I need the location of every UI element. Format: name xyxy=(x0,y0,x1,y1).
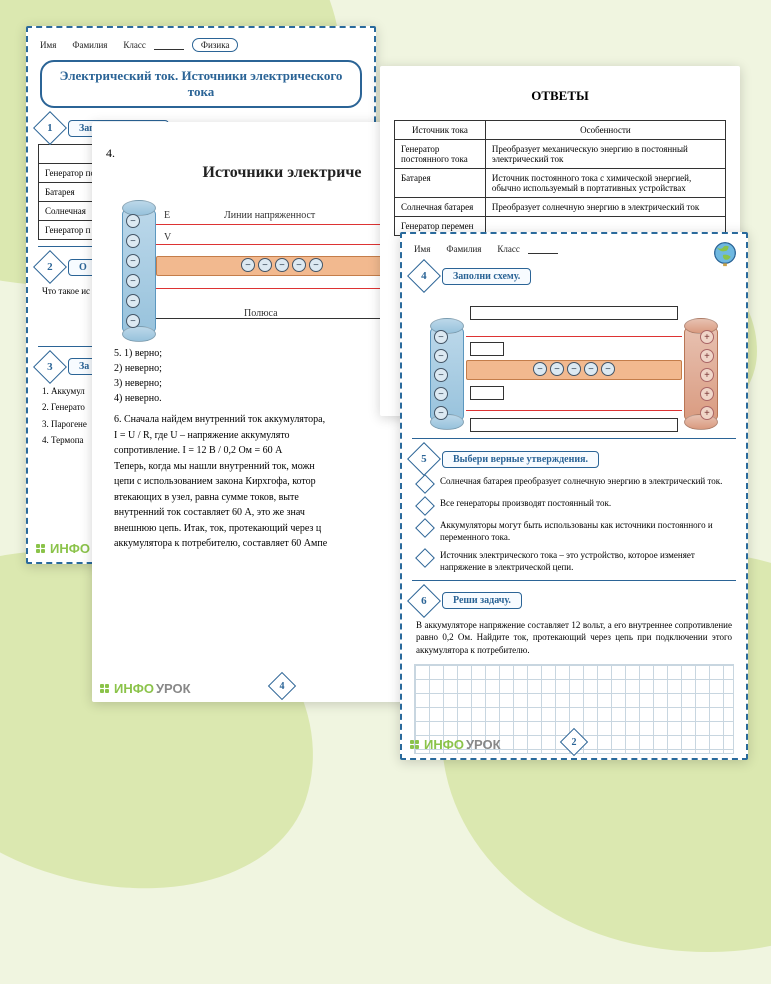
blank-bar-bottom xyxy=(470,418,678,432)
label-E: E xyxy=(164,210,170,221)
blank-bar-top xyxy=(470,306,678,320)
label-class: Класс xyxy=(123,40,145,50)
fill-scheme-diagram: −−−−− +++++ −−−−− xyxy=(414,292,734,432)
field-line xyxy=(466,410,682,411)
divider xyxy=(412,580,736,581)
label-field-lines: Линии напряженност xyxy=(224,210,315,221)
task-number-1: 1 xyxy=(33,111,67,145)
checkbox-diamond[interactable] xyxy=(415,548,435,568)
statement-text: Аккумуляторы могут быть использованы как… xyxy=(440,519,734,543)
worksheet-page-4: Имя Фамилия Класс 4 Заполни схему. −−−−−… xyxy=(400,232,748,760)
label-surname: Фамилия xyxy=(72,40,107,50)
minus-charges: −−−−− xyxy=(434,330,448,420)
checkbox-diamond[interactable] xyxy=(415,474,435,494)
task-number-2: 2 xyxy=(33,250,67,284)
minus-charges: −−−−−− xyxy=(126,214,140,328)
section-number: 4. xyxy=(106,146,115,161)
table-cell: Преобразует механическую энергию в посто… xyxy=(485,140,725,169)
label-surname: Фамилия xyxy=(446,244,481,254)
infourok-logo: ИНФОУРОК xyxy=(100,681,191,696)
subject-tag: Физика xyxy=(192,38,239,52)
field-line xyxy=(156,288,408,289)
statement-text: Солнечная батарея преобразует солнечную … xyxy=(440,475,722,487)
answers-table: Источник токаОсобенности Генератор посто… xyxy=(394,120,726,236)
table-cell: Генератор постоянного тока xyxy=(395,140,486,169)
conductor-bar: −−−−− xyxy=(156,256,408,276)
table-cell: Солнечная батарея xyxy=(395,198,486,217)
checkbox-diamond[interactable] xyxy=(415,496,435,516)
poles-line xyxy=(156,318,408,319)
statement-text: Все генераторы производят постоянный ток… xyxy=(440,497,611,509)
label-V: V xyxy=(164,232,171,243)
blank-label-box xyxy=(470,386,504,400)
conductor-bar: −−−−− xyxy=(466,360,682,380)
page-number: 2 xyxy=(564,732,584,752)
task-number-3: 3 xyxy=(33,350,67,384)
table-cell: Батарея xyxy=(395,169,486,198)
plus-charges: +++++ xyxy=(700,330,714,420)
task-number-5: 5 xyxy=(407,442,441,476)
label-name: Имя xyxy=(414,244,430,254)
table-cell: Преобразует солнечную энергию в электрич… xyxy=(485,198,725,217)
statements-block: Солнечная батарея преобразует солнечную … xyxy=(414,475,734,574)
label-name: Имя xyxy=(40,40,56,50)
field-line xyxy=(156,224,408,225)
label-class: Класс xyxy=(497,244,519,254)
answers-title: ОТВЕТЫ xyxy=(394,88,726,104)
task-label-4: Заполни схему. xyxy=(442,268,531,285)
divider xyxy=(412,438,736,439)
checkbox-diamond[interactable] xyxy=(415,518,435,538)
blank-label-box xyxy=(470,342,504,356)
task-label-5: Выбери верные утверждения. xyxy=(442,451,599,468)
task-label-6: Реши задачу. xyxy=(442,592,522,609)
statement-text: Источник электрического тока – это устро… xyxy=(440,549,734,573)
page-number: 4 xyxy=(272,676,292,696)
table-cell: Источник постоянного тока с химической э… xyxy=(485,169,725,198)
task6-text: В аккумуляторе напряжение составляет 12 … xyxy=(408,617,740,659)
field-line xyxy=(156,244,408,245)
label-poles: Полюса xyxy=(244,308,278,319)
header-row: Имя Фамилия Класс Физика xyxy=(34,34,368,54)
table-header: Особенности xyxy=(485,121,725,140)
task-number-6: 6 xyxy=(407,584,441,618)
field-line xyxy=(466,336,682,337)
globe-icon xyxy=(710,238,740,268)
header-row: Имя Фамилия Класс xyxy=(408,240,740,256)
page-title: Электрический ток. Источники электрическ… xyxy=(40,60,362,108)
blank-class xyxy=(154,40,184,50)
task-number-4: 4 xyxy=(407,259,441,293)
blank-class xyxy=(528,244,558,254)
infourok-logo: ИНФОУРОК xyxy=(410,737,501,752)
table-header: Источник тока xyxy=(395,121,486,140)
